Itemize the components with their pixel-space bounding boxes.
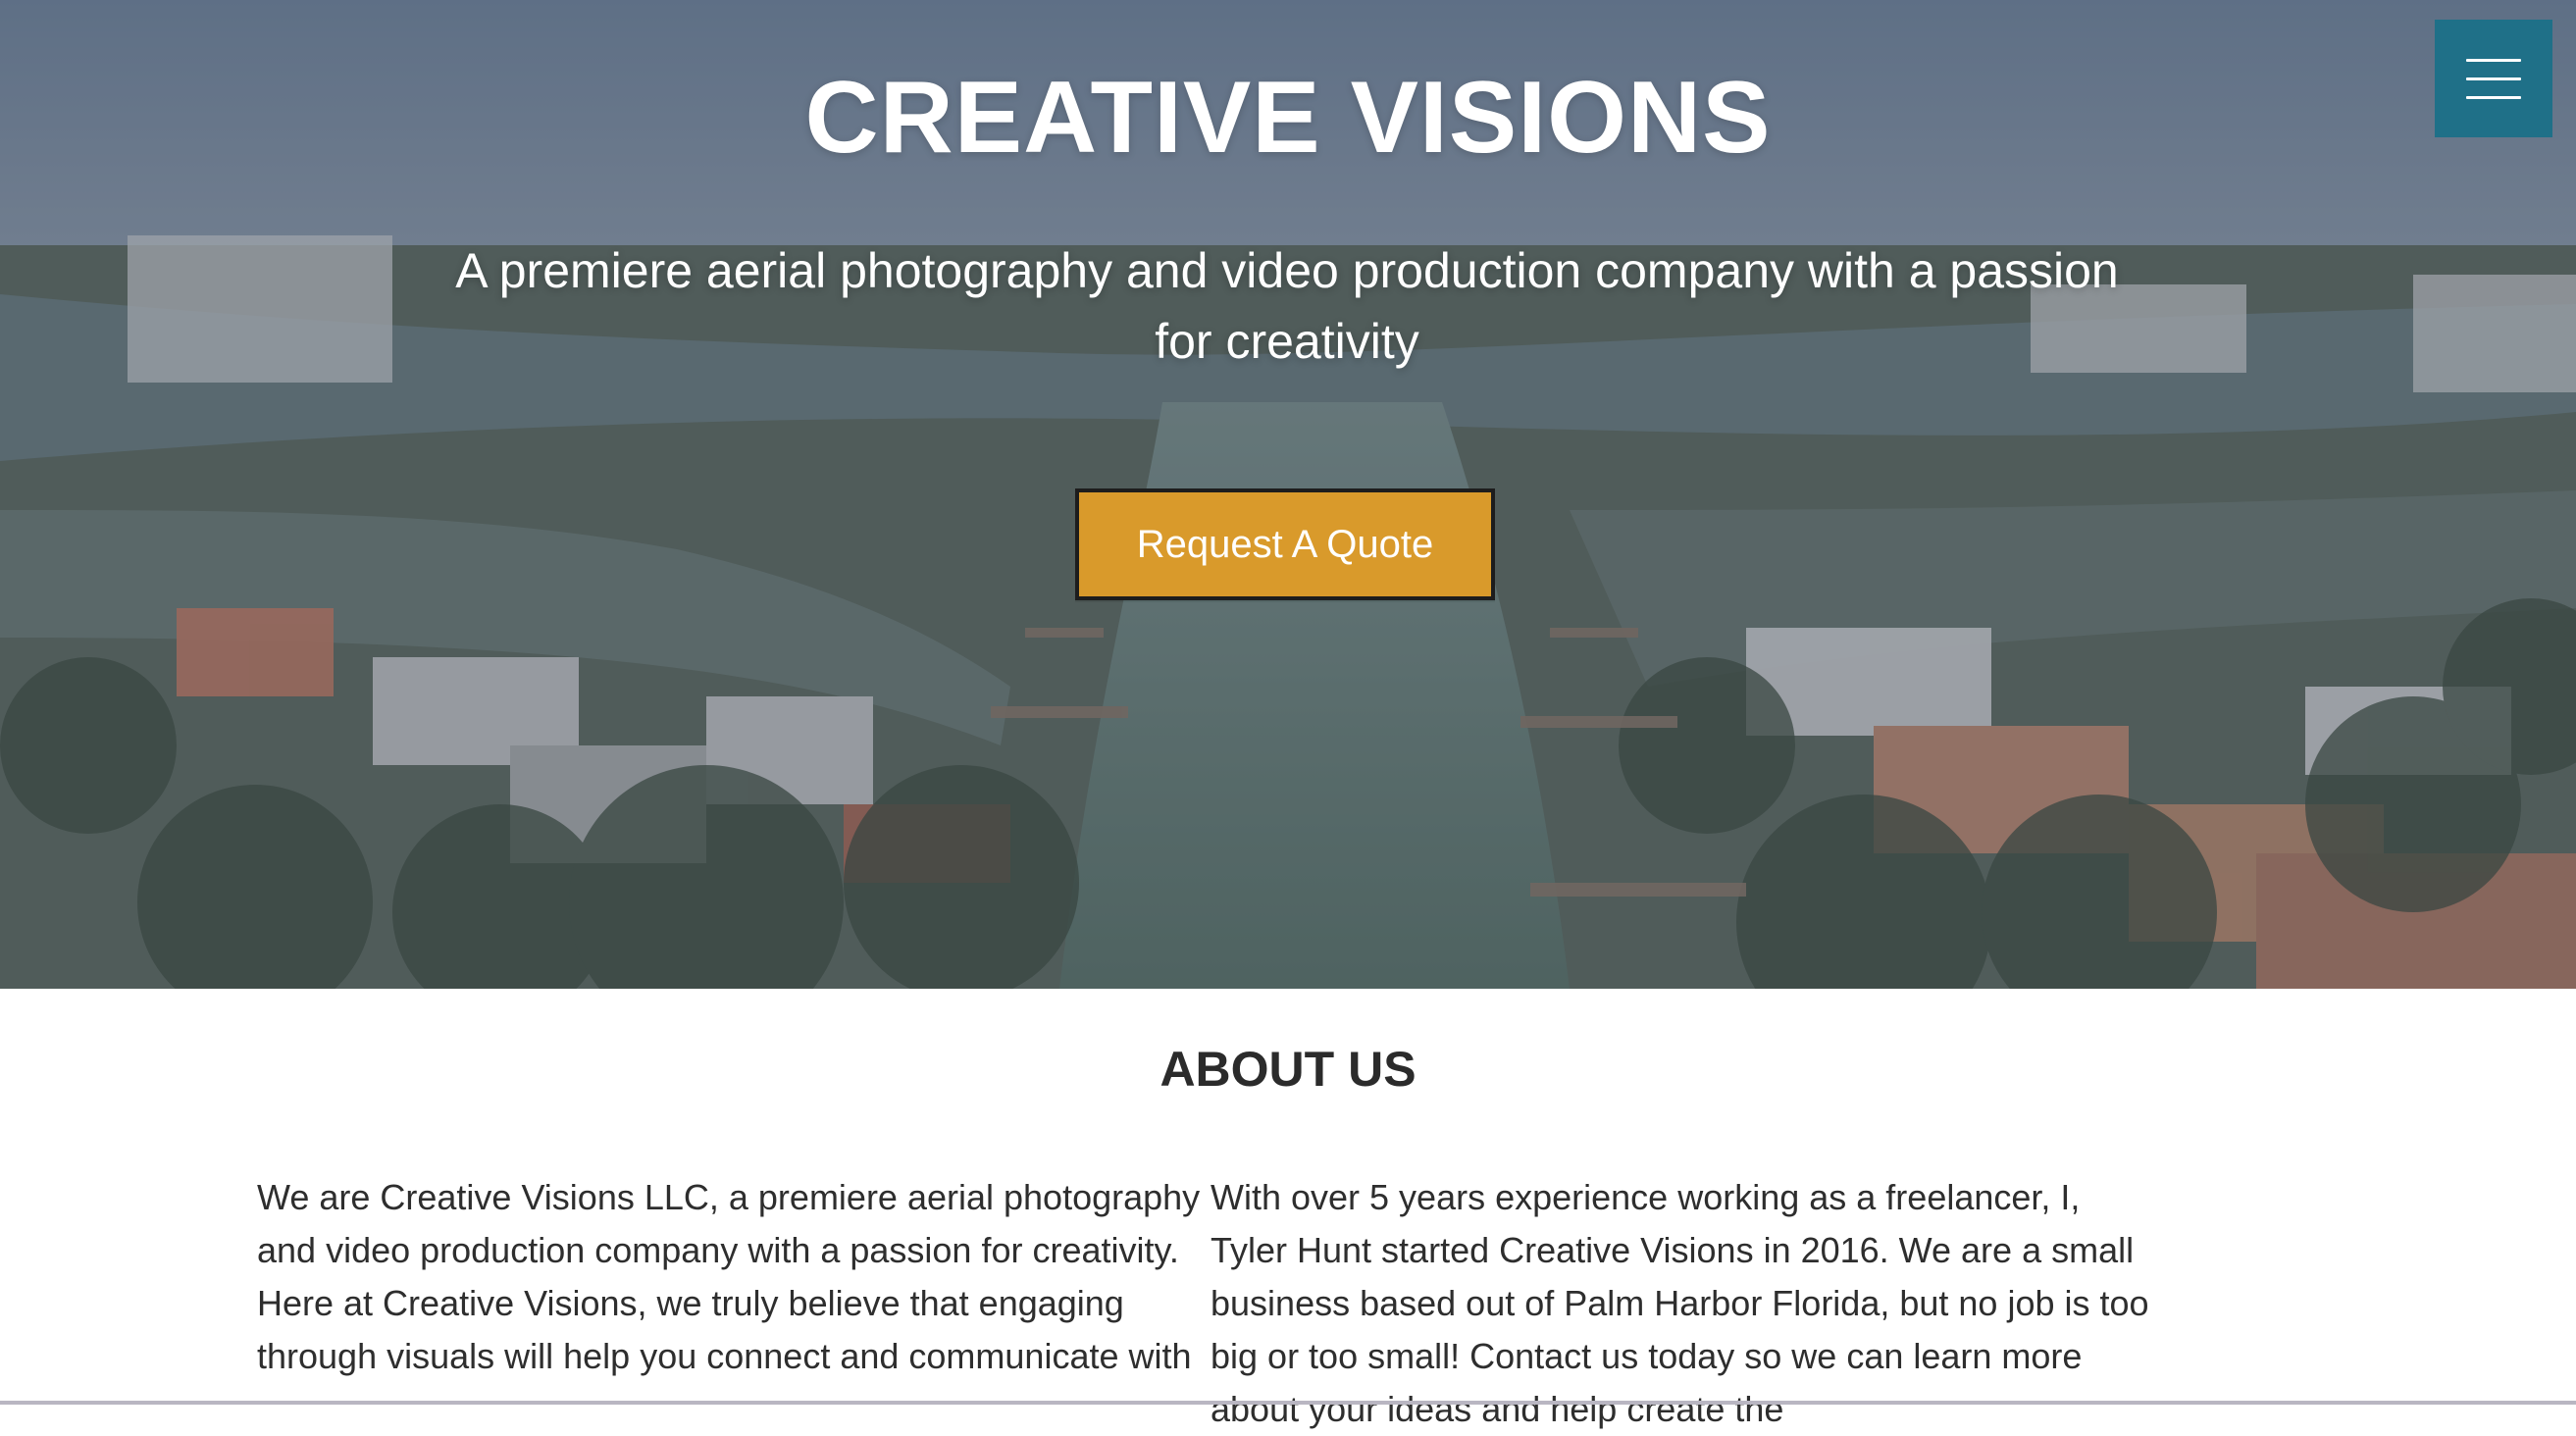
about-title: ABOUT US [1159,1042,1417,1097]
about-section: ABOUT US We are Creative Visions LLC, a … [0,989,2576,1429]
request-quote-button[interactable]: Request A Quote [1075,488,1495,600]
about-right-paragraph: With over 5 years experience working as … [1211,1177,2149,1429]
hero-title: CREATIVE VISIONS [804,61,1772,175]
bottom-accent-line [0,1401,2576,1405]
about-left-paragraph: We are Creative Visions LLC, a premiere … [257,1177,1201,1376]
hero-subtitle: A premiere aerial photography and video … [455,243,2119,369]
hero-section: CREATIVE VISIONS A premiere aerial photo… [0,0,2576,989]
